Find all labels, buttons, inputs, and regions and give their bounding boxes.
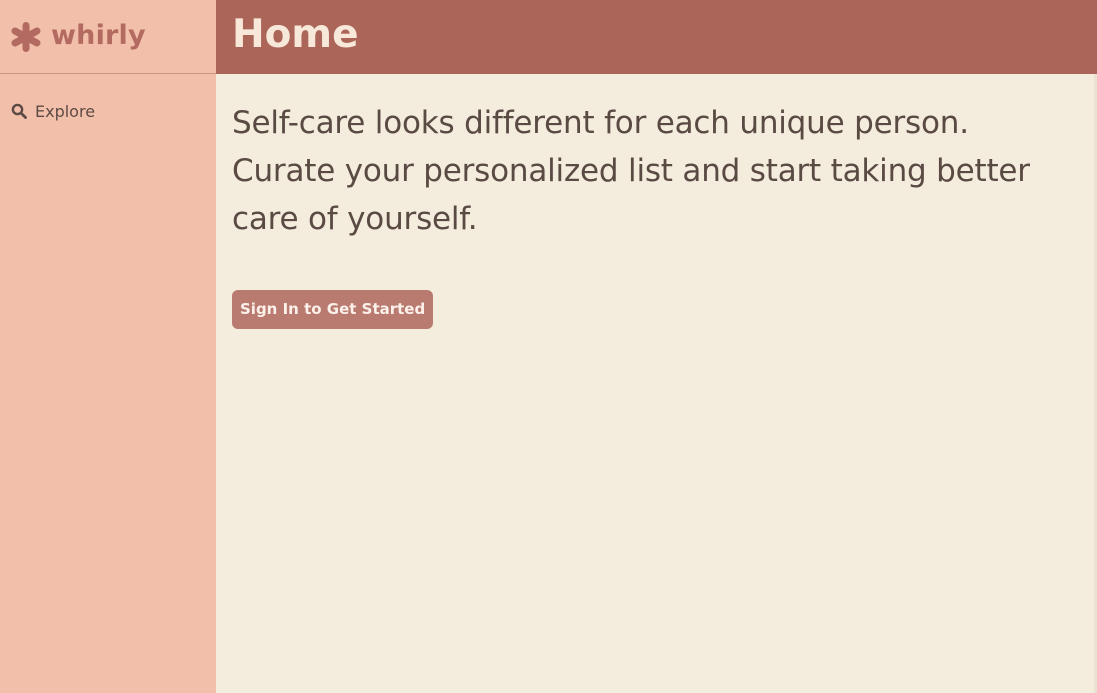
page-title: Home bbox=[232, 12, 359, 57]
app-window: whirly Explore Home Self-care looks diff… bbox=[0, 0, 1097, 693]
asterisk-logo-icon bbox=[11, 21, 41, 52]
brand[interactable]: whirly bbox=[0, 0, 216, 74]
sidebar-item-explore[interactable]: Explore bbox=[0, 98, 216, 124]
sidebar: whirly Explore bbox=[0, 0, 216, 693]
search-icon bbox=[11, 103, 27, 119]
sidebar-item-label: Explore bbox=[35, 101, 96, 121]
main-content: Self-care looks different for each uniqu… bbox=[216, 74, 1097, 693]
intro-text: Self-care looks different for each uniqu… bbox=[232, 105, 1030, 237]
sidebar-nav: Explore bbox=[0, 74, 216, 124]
sign-in-button[interactable]: Sign In to Get Started bbox=[232, 290, 434, 329]
page-header: Home bbox=[216, 0, 1097, 74]
brand-name: whirly bbox=[51, 20, 146, 51]
